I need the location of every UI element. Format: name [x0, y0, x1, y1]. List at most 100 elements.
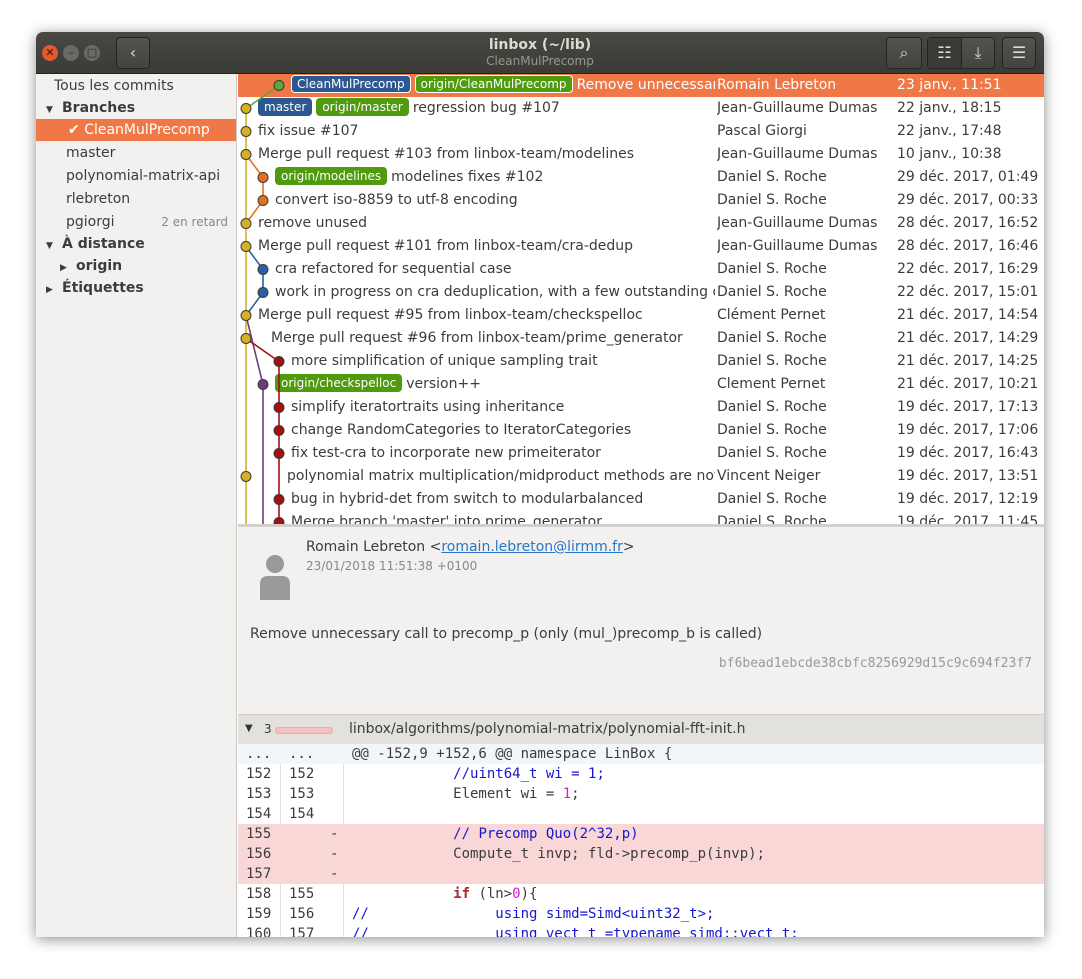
- commit-date: 19 déc. 2017, 16:43: [897, 445, 1039, 461]
- sidebar-item-polynomial-matrix-api[interactable]: polynomial-matrix-api: [36, 165, 236, 187]
- code-token: 1: [562, 786, 572, 802]
- commit-row[interactable]: more simplification of unique sampling t…: [238, 350, 1044, 373]
- diff-marker: -: [330, 826, 339, 842]
- old-line-number: 153: [246, 786, 272, 802]
- commit-date: 10 janv., 10:38: [897, 146, 1002, 162]
- code-token: // Precomp Quo(2^32,p): [453, 826, 639, 842]
- commit-row[interactable]: change RandomCategories to IteratorCateg…: [238, 419, 1044, 442]
- commit-date: 22 déc. 2017, 15:01: [897, 284, 1039, 300]
- sidebar: Tous les commits ▼ Branches ✔ CleanMulPre…: [36, 74, 237, 937]
- commit-author: Romain Lebreton <romain.lebreton@lirmm.f…: [306, 539, 635, 555]
- sidebar-section-remote[interactable]: ▼ À distance: [36, 233, 236, 255]
- commit-subject: more simplification of unique sampling t…: [291, 353, 598, 369]
- commit-row[interactable]: origin/modelines modelines fixes #102 Dani…: [238, 166, 1044, 189]
- sidebar-item-origin[interactable]: ▶ origin: [36, 255, 236, 277]
- remote-branch-label: origin/master: [316, 98, 409, 116]
- commit-subject: Remove unnecessary call to precomp_p (on…: [576, 77, 715, 93]
- sidebar-item-cleanmulprecomp[interactable]: ✔ CleanMulPrecomp: [36, 119, 236, 141]
- commit-row[interactable]: fix issue #107 Pascal Giorgi 22 janv., 17:…: [238, 120, 1044, 143]
- sidebar-item-rlebreton[interactable]: rlebreton: [36, 188, 236, 210]
- commit-author: Daniel S. Roche: [717, 514, 827, 524]
- sidebar-section-tags[interactable]: ▶ Étiquettes: [36, 277, 236, 299]
- sidebar-section-branches[interactable]: ▼ Branches: [36, 97, 236, 119]
- commit-row[interactable]: polynomial matrix multiplication/midprod…: [238, 465, 1044, 488]
- commit-author: Daniel S. Roche: [717, 330, 827, 346]
- commit-subject-cell: Merge pull request #96 from linbox-team/…: [271, 327, 715, 350]
- commit-author: Romain Lebreton: [717, 77, 837, 93]
- sidebar-item-master[interactable]: master: [36, 142, 236, 164]
- code-text: // using vect_t =typename simd::vect_t;: [352, 924, 799, 937]
- file-path: linbox/algorithms/polynomial-matrix/poly…: [349, 721, 746, 737]
- commit-date: 21 déc. 2017, 14:29: [897, 330, 1039, 346]
- commit-subject-cell: remove unused: [258, 212, 715, 235]
- commit-date: 19 déc. 2017, 13:51: [897, 468, 1039, 484]
- expander-right-icon: ▶: [60, 263, 67, 273]
- commit-author: Daniel S. Roche: [717, 399, 827, 415]
- commit-subject-cell: bug in hybrid-det from switch to modular…: [291, 488, 715, 511]
- email-bracket-close: >: [622, 539, 635, 555]
- new-line-number: 154: [289, 806, 315, 822]
- sidebar-item-pgiorgi[interactable]: pgiorgi 2 en retard: [36, 211, 236, 233]
- commit-row[interactable]: convert iso-8859 to utf-8 encoding Daniel…: [238, 189, 1044, 212]
- commit-row[interactable]: work in progress on cra deduplication, w…: [238, 281, 1044, 304]
- code-text: //uint64_t wi = 1;: [352, 764, 605, 784]
- menu-button[interactable]: ☰: [1002, 37, 1036, 69]
- commit-subject: regression bug #107: [412, 100, 560, 116]
- behind-badge: 2 en retard: [161, 215, 228, 229]
- diff-stat-bar: [275, 727, 333, 734]
- fetch-button[interactable]: ⤓: [962, 38, 994, 68]
- commit-subject-cell: change RandomCategories to IteratorCateg…: [291, 419, 715, 442]
- commit-row[interactable]: cra refactored for sequential case Daniel…: [238, 258, 1044, 281]
- commit-row[interactable]: Merge pull request #101 from linbox-team…: [238, 235, 1044, 258]
- commit-subject-cell: cra refactored for sequential case: [275, 258, 715, 281]
- commit-row[interactable]: master origin/master regression bug #107 Je…: [238, 97, 1044, 120]
- author-email-link[interactable]: romain.lebreton@lirmm.fr: [441, 539, 623, 555]
- view-toggle-group: ☷ ⤓: [927, 37, 995, 69]
- commit-row[interactable]: CleanMulPrecomp origin/CleanMulPrecomp Rem…: [238, 74, 1044, 97]
- commit-subject: Merge pull request #95 from linbox-team/…: [258, 307, 643, 323]
- diff-line-context: 154 154: [238, 804, 1044, 824]
- commit-row[interactable]: Merge pull request #95 from linbox-team/…: [238, 304, 1044, 327]
- search-button[interactable]: ⌕: [886, 37, 922, 69]
- history-view-button[interactable]: ☷: [928, 38, 962, 68]
- old-line-number: 152: [246, 766, 272, 782]
- old-line-number: 154: [246, 806, 272, 822]
- commit-subject: work in progress on cra deduplication, w…: [275, 284, 715, 300]
- old-line-number: 156: [246, 846, 272, 862]
- commit-row[interactable]: Merge pull request #96 from linbox-team/…: [238, 327, 1044, 350]
- file-diff-header[interactable]: ▼ 3 linbox/algorithms/polynomial-matrix/…: [238, 714, 1044, 744]
- commit-date: 19 déc. 2017, 11:45: [897, 514, 1039, 524]
- commit-date: 23/01/2018 11:51:38 +0100: [306, 559, 478, 573]
- diff-line-context: 159 156 // using simd=Simd<uint32_t>;: [238, 904, 1044, 924]
- commit-subject-cell: fix test-cra to incorporate new primeite…: [291, 442, 715, 465]
- commit-subject-cell: simplify iteratortraits using inheritanc…: [291, 396, 715, 419]
- commit-subject-cell: master origin/master regression bug #107: [258, 97, 715, 120]
- diff-marker: -: [330, 866, 339, 882]
- commit-date: 21 déc. 2017, 10:21: [897, 376, 1039, 392]
- commit-subject-cell: polynomial matrix multiplication/midprod…: [287, 465, 715, 488]
- commit-date: 21 déc. 2017, 14:25: [897, 353, 1039, 369]
- sidebar-all-commits[interactable]: Tous les commits: [36, 75, 236, 97]
- commit-subject-cell: origin/modelines modelines fixes #102: [275, 166, 715, 189]
- code-token: Element wi =: [352, 786, 563, 802]
- old-line-number: 157: [246, 866, 272, 882]
- commit-row[interactable]: fix test-cra to incorporate new primeite…: [238, 442, 1044, 465]
- commit-row[interactable]: origin/checkspelloc version++ Clement Pern…: [238, 373, 1044, 396]
- commit-subject: cra refactored for sequential case: [275, 261, 512, 277]
- diff-line-count: 3: [264, 722, 272, 736]
- commit-row[interactable]: Merge branch 'master' into prime_generat…: [238, 511, 1044, 524]
- commit-row[interactable]: simplify iteratortraits using inheritanc…: [238, 396, 1044, 419]
- commit-author: Pascal Giorgi: [717, 123, 807, 139]
- commit-subject: version++: [406, 376, 481, 392]
- commit-author: Clement Pernet: [717, 376, 826, 392]
- commit-row[interactable]: remove unused Jean-Guillaume Dumas 28 déc.…: [238, 212, 1044, 235]
- commit-row[interactable]: bug in hybrid-det from switch to modular…: [238, 488, 1044, 511]
- diff-line-context: 160 157 // using vect_t =typename simd::ve…: [238, 924, 1044, 937]
- commit-date: 29 déc. 2017, 01:49: [897, 169, 1039, 185]
- collapse-arrow-icon[interactable]: ▼: [245, 723, 253, 734]
- expander-down-icon: ▼: [46, 241, 53, 251]
- new-line-number: 153: [289, 786, 315, 802]
- commit-date: 19 déc. 2017, 17:13: [897, 399, 1039, 415]
- commit-row[interactable]: Merge pull request #103 from linbox-team…: [238, 143, 1044, 166]
